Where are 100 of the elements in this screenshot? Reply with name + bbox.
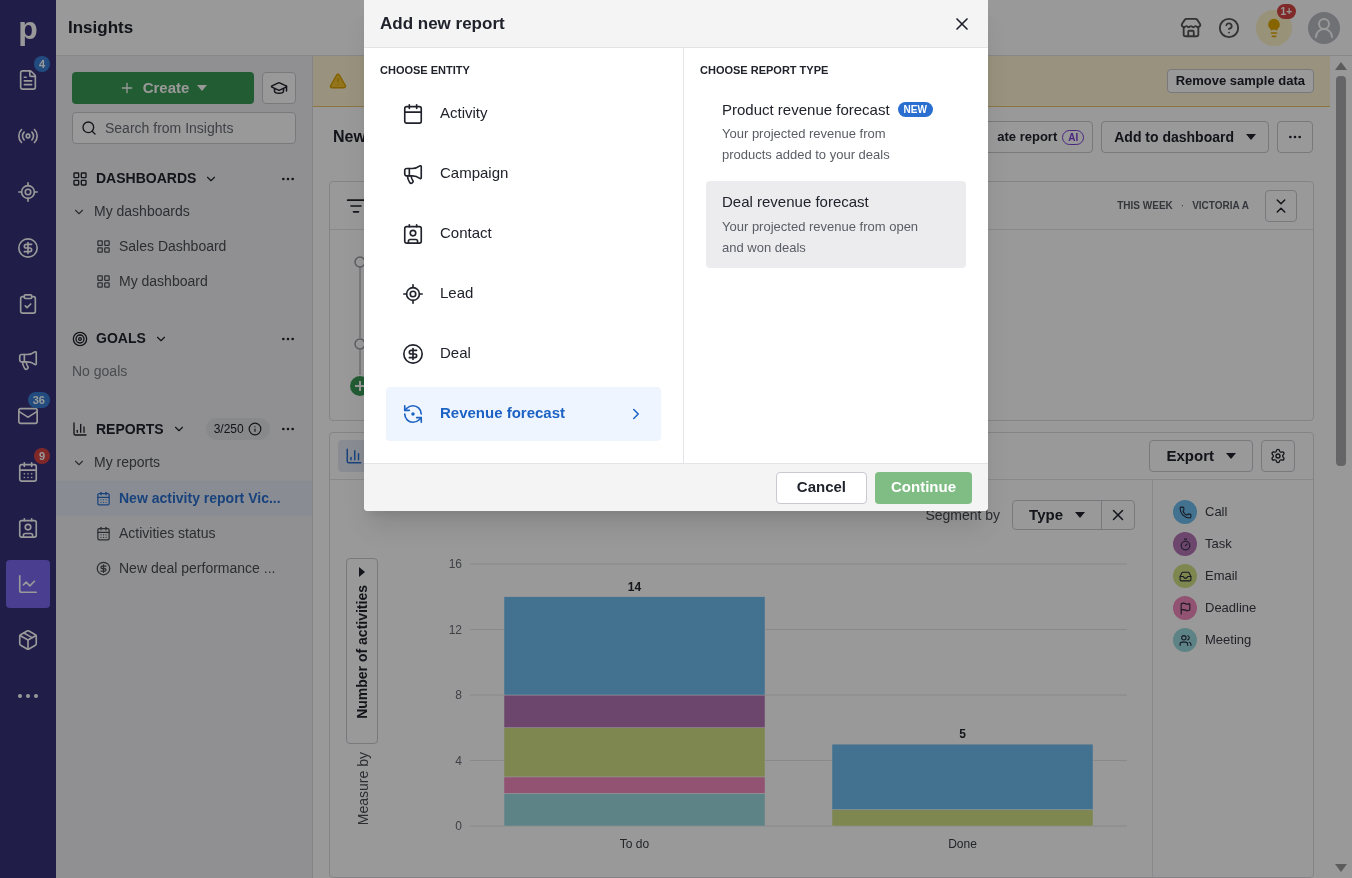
nav-badge: 4 (33, 56, 50, 72)
report-type-option[interactable]: Deal revenue forecast Your projected revenue from open and won deals (706, 181, 966, 268)
measure-by-label: Measure by (354, 752, 372, 826)
academy-button[interactable] (262, 72, 296, 104)
report-type-description: Your projected revenue from open and won deals (722, 217, 920, 257)
caret-icon (1075, 512, 1085, 518)
report-type-title: Deal revenue forecast (722, 192, 869, 212)
calendar-icon (17, 461, 39, 483)
dashboard-link[interactable]: Sales Dashboard (119, 236, 227, 257)
flag-icon (1178, 601, 1192, 615)
nav-badge: 36 (27, 392, 50, 408)
dashboard-icon (96, 274, 111, 289)
group-label[interactable]: My reports (94, 452, 161, 473)
measure-by-dropdown[interactable]: Number of activities (346, 558, 378, 744)
report-link[interactable]: New activity report Vic... (56, 481, 312, 516)
dollar-icon (17, 237, 39, 259)
dashboard-icon (96, 239, 111, 254)
report-title: New (333, 127, 366, 147)
dashboard-link[interactable]: My dashboard (119, 271, 208, 292)
bar-value-label: 5 (959, 727, 966, 742)
target-icon (402, 282, 424, 305)
dialog-title: Add new report (380, 12, 506, 35)
axis-tick-label: 4 (455, 753, 462, 768)
target-icon (72, 330, 88, 347)
calendar-icon (96, 491, 111, 506)
entity-option[interactable]: Lead (386, 266, 661, 321)
dashboard-icon (72, 170, 88, 187)
search-field[interactable]: Search from Insights (72, 112, 296, 144)
caret-icon (359, 567, 365, 577)
graduation-cap-icon (270, 79, 288, 97)
box-icon (17, 629, 39, 651)
report-type-option[interactable]: Product revenue forecast NEW Your projected revenue from products added to your deals (706, 88, 966, 175)
entity-option[interactable]: Activity (386, 86, 661, 141)
bar-chart-icon (72, 421, 88, 437)
tips-badge: 1+ (1276, 3, 1296, 19)
entity-option[interactable]: Contact (386, 206, 661, 261)
caret-icon (1226, 453, 1236, 459)
dollar-cycle-icon (402, 402, 424, 425)
more-icon (18, 694, 38, 698)
empty-text: No goals (72, 362, 129, 381)
caret-icon (1246, 134, 1256, 140)
clipboard-icon (17, 293, 39, 315)
store-icon[interactable] (1180, 16, 1202, 39)
nav-item[interactable]: 36 (6, 392, 50, 440)
report-type-title: Product revenue forecast (722, 99, 890, 120)
period-label: THIS WEEK (1117, 199, 1173, 213)
entity-option[interactable]: Revenue forecast (386, 386, 661, 441)
scroll-thumb[interactable] (1336, 76, 1346, 466)
bar-chart-icon (345, 447, 363, 465)
add-to-dashboard-button[interactable]: Add to dashboard (1101, 121, 1269, 153)
entity-option[interactable]: Campaign (386, 146, 661, 201)
notes-icon (17, 69, 39, 91)
report-type-description: Your projected revenue from products added to your deals (722, 125, 891, 164)
contact-card-icon (402, 222, 424, 245)
target-icon (17, 181, 39, 203)
nav-item[interactable] (6, 560, 50, 608)
people-icon (1178, 633, 1192, 647)
report-count-pill: 3/250 (205, 418, 270, 440)
segment-by-label: Segment by (925, 505, 1001, 525)
column-heading: CHOOSE ENTITY (380, 63, 471, 78)
section-title[interactable]: GOALS (96, 328, 146, 349)
tips-button[interactable] (1256, 9, 1292, 46)
settings-button[interactable] (1261, 440, 1295, 472)
cancel-button[interactable]: Cancel (775, 471, 867, 504)
report-link[interactable]: Activities status (56, 516, 312, 551)
nav-badge: 9 (33, 448, 50, 464)
help-icon[interactable] (1218, 16, 1240, 39)
dollar-icon (96, 561, 111, 576)
line-chart-icon (17, 573, 39, 595)
contact-card-icon (17, 517, 39, 539)
section-title[interactable]: REPORTS (96, 418, 164, 440)
axis-tick-label: 8 (455, 688, 462, 702)
dollar-icon (402, 342, 424, 365)
entity-option[interactable]: Deal (386, 326, 661, 381)
app-logo[interactable]: p (18, 8, 38, 48)
calendar-icon (402, 102, 424, 125)
nav-item[interactable]: 9 (6, 448, 50, 496)
settings-icon (1270, 448, 1286, 464)
owner-label: VICTORIA A (1192, 199, 1249, 213)
axis-tick-label: 12 (448, 622, 462, 637)
section-title[interactable]: DASHBOARDS (96, 168, 197, 189)
legend-label: Call (1205, 503, 1228, 522)
report-link[interactable]: New deal performance ... (56, 551, 312, 586)
legend-label: Deadline (1205, 599, 1257, 618)
mail-icon (17, 405, 39, 427)
legend-label: Email (1205, 567, 1238, 586)
search-icon (81, 120, 97, 136)
column-heading: CHOOSE REPORT TYPE (700, 63, 830, 78)
remove-sample-data-button[interactable]: Remove sample data (1166, 69, 1314, 93)
axis-category-label: Done (948, 837, 977, 851)
collapse-button[interactable] (1265, 189, 1297, 222)
group-label[interactable]: My dashboards (94, 201, 190, 222)
caret-icon (197, 85, 208, 91)
legend-label: Meeting (1205, 631, 1252, 650)
export-button[interactable]: Export (1149, 440, 1253, 472)
nav-item[interactable]: 4 (6, 56, 50, 104)
megaphone-icon (402, 162, 424, 185)
info-icon[interactable] (247, 422, 262, 436)
axis-tick-label: 16 (448, 557, 462, 571)
page-title: Insights (68, 16, 134, 39)
